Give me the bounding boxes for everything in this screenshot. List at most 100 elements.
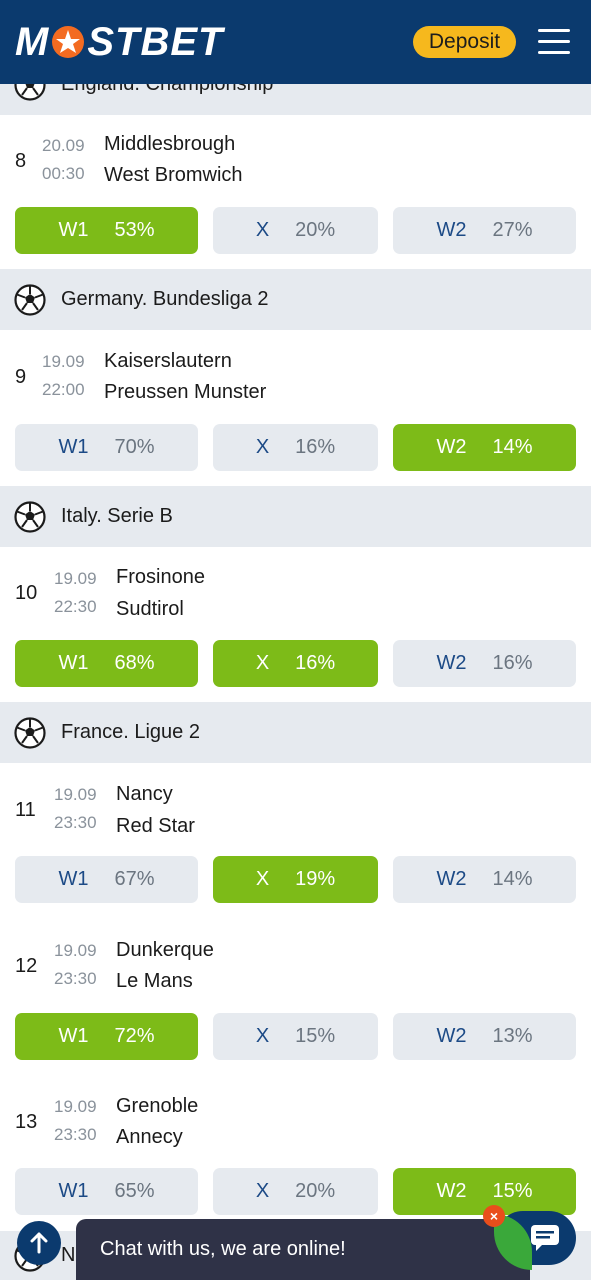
league-header[interactable]: Germany. Bundesliga 2	[0, 269, 591, 330]
home-team: Dunkerque	[116, 939, 214, 961]
match-row[interactable]: 9 19.09 22:00 Kaiserslautern Preussen Mu…	[0, 330, 591, 486]
soccer-ball-icon	[14, 283, 46, 316]
match-number: 11	[15, 799, 36, 821]
soccer-ball-icon	[14, 716, 46, 749]
chat-close-button[interactable]: ×	[483, 1205, 505, 1227]
odd-w1-button[interactable]: W1 70%	[15, 424, 198, 471]
away-team: West Bromwich	[104, 164, 243, 186]
odd-percent: 16%	[295, 436, 336, 458]
odd-label: W1	[58, 436, 89, 458]
odd-label: W2	[436, 219, 467, 241]
league-header[interactable]: France. Ligue 2	[0, 702, 591, 763]
odd-label: X	[255, 868, 270, 890]
league-name: Italy. Serie B	[61, 505, 173, 527]
odd-label: W1	[58, 868, 89, 890]
odd-w1-button[interactable]: W1 72%	[15, 1013, 198, 1060]
odd-percent: 20%	[295, 219, 336, 241]
odd-w1-button[interactable]: W1 67%	[15, 856, 198, 903]
league-header[interactable]: Italy. Serie B	[0, 486, 591, 547]
match-time: 23:30	[54, 1125, 97, 1144]
odd-percent: 27%	[492, 219, 533, 241]
odd-label: W1	[58, 1025, 89, 1047]
odd-percent: 14%	[492, 868, 533, 890]
top-header: M STBET Deposit	[0, 0, 591, 84]
odd-label: X	[255, 1180, 270, 1202]
away-team: Preussen Munster	[104, 381, 267, 403]
odd-label: X	[255, 219, 270, 241]
odd-label: W1	[58, 652, 89, 674]
match-row[interactable]: 11 19.09 23:30 Nancy Red Star W1 67% X 19%…	[0, 763, 591, 919]
odd-x-button[interactable]: X 16%	[213, 424, 378, 471]
away-team: Red Star	[116, 815, 195, 837]
odd-percent: 14%	[492, 436, 533, 458]
home-team: Middlesbrough	[104, 133, 236, 155]
match-row[interactable]: 8 20.09 00:30 Middlesbrough West Bromwic…	[0, 113, 591, 269]
away-team: Sudtirol	[116, 598, 184, 620]
match-row[interactable]: 13 19.09 23:30 Grenoble Annecy W1 65% X 20…	[0, 1075, 591, 1231]
match-date: 19.09	[54, 1097, 97, 1116]
scroll-to-top-button[interactable]	[17, 1221, 61, 1265]
odd-x-button[interactable]: X 15%	[213, 1013, 378, 1060]
mostbet-logo[interactable]: M STBET	[15, 20, 223, 64]
odd-percent: 65%	[114, 1180, 155, 1202]
odd-x-button[interactable]: X 19%	[213, 856, 378, 903]
odd-percent: 16%	[295, 652, 336, 674]
odd-percent: 70%	[114, 436, 155, 458]
odd-percent: 68%	[114, 652, 155, 674]
odd-percent: 20%	[295, 1180, 336, 1202]
odd-w1-button[interactable]: W1 68%	[15, 640, 198, 687]
soccer-ball-icon	[14, 500, 46, 533]
odd-w2-button[interactable]: W2 13%	[393, 1013, 576, 1060]
odd-percent: 15%	[492, 1180, 533, 1202]
match-row[interactable]: 10 19.09 22:30 Frosinone Sudtirol W1 68% …	[0, 547, 591, 702]
odd-percent: 19%	[295, 868, 336, 890]
odd-percent: 13%	[492, 1025, 533, 1047]
odd-x-button[interactable]: X 16%	[213, 640, 378, 687]
odd-w1-button[interactable]: W1 53%	[15, 207, 198, 254]
match-time: 00:30	[42, 164, 85, 183]
deposit-button[interactable]: Deposit	[413, 26, 516, 58]
hamburger-menu-icon[interactable]	[538, 29, 570, 55]
odd-w2-button[interactable]: W2 14%	[393, 424, 576, 471]
odd-w2-button[interactable]: W2 14%	[393, 856, 576, 903]
odd-w1-button[interactable]: W1 65%	[15, 1168, 198, 1215]
home-team: Kaiserslautern	[104, 350, 232, 372]
odd-label: W2	[436, 1025, 467, 1047]
league-name: Germany. Bundesliga 2	[61, 288, 269, 310]
odd-percent: 15%	[295, 1025, 336, 1047]
match-date: 19.09	[54, 569, 97, 588]
chat-banner[interactable]: Chat with us, we are online!	[76, 1219, 530, 1280]
odd-x-button[interactable]: X 20%	[213, 1168, 378, 1215]
odd-x-button[interactable]: X 20%	[213, 207, 378, 254]
odd-w2-button[interactable]: W2 27%	[393, 207, 576, 254]
match-date: 19.09	[42, 352, 85, 371]
arrow-up-icon	[30, 1232, 48, 1254]
odd-percent: 53%	[114, 219, 155, 241]
home-team: Frosinone	[116, 566, 205, 588]
odd-label: W2	[436, 1180, 467, 1202]
match-row[interactable]: 12 19.09 23:30 Dunkerque Le Mans W1 72% X…	[0, 919, 591, 1075]
match-date: 19.09	[54, 941, 97, 960]
league-name: France. Ligue 2	[61, 721, 200, 743]
odd-label: X	[255, 436, 270, 458]
match-number: 8	[15, 150, 27, 172]
odd-label: X	[255, 1025, 270, 1047]
away-team: Le Mans	[116, 970, 193, 992]
odd-w2-button[interactable]: W2 15%	[393, 1168, 576, 1215]
league-name: N	[61, 1244, 76, 1266]
odd-label: W2	[436, 436, 467, 458]
chat-banner-text: Chat with us, we are online!	[100, 1238, 346, 1260]
odd-percent: 72%	[114, 1025, 155, 1047]
home-team: Nancy	[116, 783, 173, 805]
odd-label: W2	[436, 868, 467, 890]
match-number: 12	[15, 955, 38, 977]
odd-w2-button[interactable]: W2 16%	[393, 640, 576, 687]
match-time: 23:30	[54, 969, 97, 988]
chat-bubble-icon	[531, 1225, 559, 1251]
match-date: 19.09	[54, 785, 97, 804]
match-time: 23:30	[54, 813, 97, 832]
star-logo-icon	[52, 26, 85, 58]
odd-label: W1	[58, 219, 89, 241]
odd-percent: 16%	[492, 652, 533, 674]
match-number: 13	[15, 1111, 38, 1133]
